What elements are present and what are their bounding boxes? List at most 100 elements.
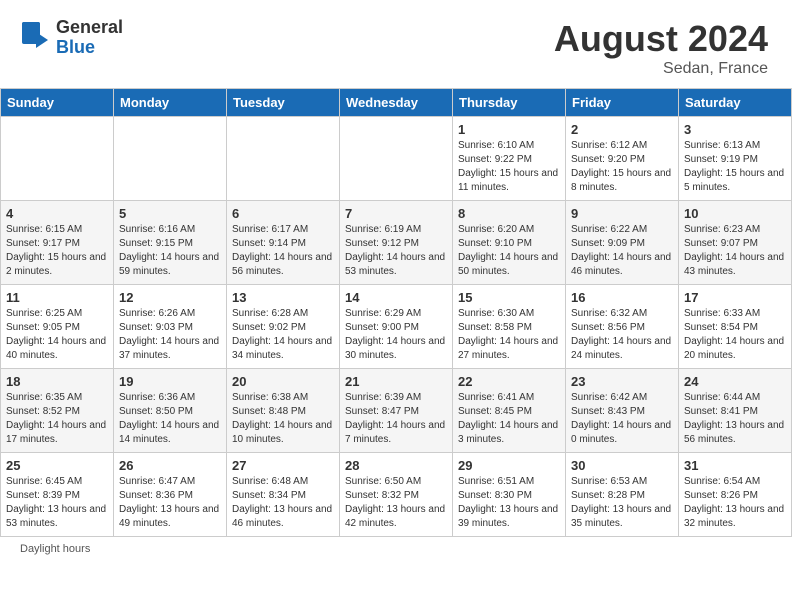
day-detail: Sunrise: 6:42 AM Sunset: 8:43 PM Dayligh… [571, 391, 673, 447]
day-detail: Sunrise: 6:53 AM Sunset: 8:28 PM Dayligh… [571, 475, 673, 531]
calendar-week-row: 4Sunrise: 6:15 AM Sunset: 9:17 PM Daylig… [1, 201, 792, 285]
day-number: 19 [119, 374, 221, 389]
day-detail: Sunrise: 6:47 AM Sunset: 8:36 PM Dayligh… [119, 475, 221, 531]
calendar-day-cell: 29Sunrise: 6:51 AM Sunset: 8:30 PM Dayli… [453, 453, 566, 537]
calendar-day-cell: 12Sunrise: 6:26 AM Sunset: 9:03 PM Dayli… [114, 285, 227, 369]
calendar-day-cell: 10 Sunrise: 6:23 AM Sunset: 9:07 PM Dayli… [679, 201, 792, 285]
day-detail: Sunrise: 6:30 AM Sunset: 8:58 PM Dayligh… [458, 307, 560, 363]
day-detail: Sunrise: 6:32 AM Sunset: 8:56 PM Dayligh… [571, 307, 673, 363]
calendar-week-row: 25Sunrise: 6:45 AM Sunset: 8:39 PM Dayli… [1, 453, 792, 537]
calendar-day-header: Tuesday [227, 89, 340, 117]
day-detail: Sunrise: 6:28 AM Sunset: 9:02 PM Dayligh… [232, 307, 334, 363]
calendar-day-cell: 14Sunrise: 6:29 AM Sunset: 9:00 PM Dayli… [340, 285, 453, 369]
calendar-day-cell: 30 Sunrise: 6:53 AM Sunset: 8:28 PM Dayli… [566, 453, 679, 537]
day-number: 28 [345, 458, 447, 473]
calendar-day-cell: 20Sunrise: 6:38 AM Sunset: 8:48 PM Dayli… [227, 369, 340, 453]
calendar-day-cell: 18Sunrise: 6:35 AM Sunset: 8:52 PM Dayli… [1, 369, 114, 453]
page-header: General Blue August 2024 Sedan, France [0, 0, 792, 88]
day-number: 27 [232, 458, 334, 473]
calendar-day-cell: 19 Sunrise: 6:36 AM Sunset: 8:50 PM Dayli… [114, 369, 227, 453]
day-detail: Sunrise: 6:22 AM Sunset: 9:09 PM Dayligh… [571, 223, 673, 279]
day-detail: Sunrise: 6:16 AM Sunset: 9:15 PM Dayligh… [119, 223, 221, 279]
calendar-day-cell [227, 117, 340, 201]
calendar-day-cell: 4Sunrise: 6:15 AM Sunset: 9:17 PM Daylig… [1, 201, 114, 285]
calendar-day-cell: 17 Sunrise: 6:33 AM Sunset: 8:54 PM Dayli… [679, 285, 792, 369]
day-detail: Sunrise: 6:25 AM Sunset: 9:05 PM Dayligh… [6, 307, 108, 363]
day-number: 6 [232, 206, 334, 221]
day-detail: Sunrise: 6:19 AM Sunset: 9:12 PM Dayligh… [345, 223, 447, 279]
calendar-day-cell: 8Sunrise: 6:20 AM Sunset: 9:10 PM Daylig… [453, 201, 566, 285]
calendar-day-cell: 3 Sunrise: 6:13 AM Sunset: 9:19 PM Daylig… [679, 117, 792, 201]
calendar-day-cell: 27 Sunrise: 6:48 AM Sunset: 8:34 PM Dayli… [227, 453, 340, 537]
day-detail: Sunrise: 6:54 AM Sunset: 8:26 PM Dayligh… [684, 475, 786, 531]
day-number: 9 [571, 206, 673, 221]
day-detail: Sunrise: 6:41 AM Sunset: 8:45 PM Dayligh… [458, 391, 560, 447]
day-number: 18 [6, 374, 108, 389]
day-number: 30 [571, 458, 673, 473]
day-number: 7 [345, 206, 447, 221]
calendar-day-cell: 6 Sunrise: 6:17 AM Sunset: 9:14 PM Daylig… [227, 201, 340, 285]
day-detail: Sunrise: 6:39 AM Sunset: 8:47 PM Dayligh… [345, 391, 447, 447]
day-detail: Sunrise: 6:13 AM Sunset: 9:19 PM Dayligh… [684, 139, 786, 195]
day-number: 26 [119, 458, 221, 473]
day-detail: Sunrise: 6:20 AM Sunset: 9:10 PM Dayligh… [458, 223, 560, 279]
calendar-day-cell: 16Sunrise: 6:32 AM Sunset: 8:56 PM Dayli… [566, 285, 679, 369]
day-number: 21 [345, 374, 447, 389]
calendar-day-header: Saturday [679, 89, 792, 117]
calendar-day-cell: 28 Sunrise: 6:50 AM Sunset: 8:32 PM Dayli… [340, 453, 453, 537]
calendar-week-row: 1 Sunrise: 6:10 AM Sunset: 9:22 PM Daylig… [1, 117, 792, 201]
calendar-day-cell: 23 Sunrise: 6:42 AM Sunset: 8:43 PM Dayli… [566, 369, 679, 453]
calendar-day-cell: 1 Sunrise: 6:10 AM Sunset: 9:22 PM Daylig… [453, 117, 566, 201]
calendar-week-row: 18Sunrise: 6:35 AM Sunset: 8:52 PM Dayli… [1, 369, 792, 453]
day-number: 15 [458, 290, 560, 305]
daylight-note: Daylight hours [20, 543, 90, 555]
day-number: 31 [684, 458, 786, 473]
day-number: 2 [571, 122, 673, 137]
calendar-day-header: Friday [566, 89, 679, 117]
day-detail: Sunrise: 6:29 AM Sunset: 9:00 PM Dayligh… [345, 307, 447, 363]
day-detail: Sunrise: 6:10 AM Sunset: 9:22 PM Dayligh… [458, 139, 560, 195]
day-number: 10 [684, 206, 786, 221]
logo-icon [20, 20, 52, 56]
location-subtitle: Sedan, France [554, 60, 768, 78]
calendar-day-cell: 22Sunrise: 6:41 AM Sunset: 8:45 PM Dayli… [453, 369, 566, 453]
calendar-day-cell: 15 Sunrise: 6:30 AM Sunset: 8:58 PM Dayli… [453, 285, 566, 369]
logo: General Blue [20, 18, 123, 58]
calendar-day-cell: 21 Sunrise: 6:39 AM Sunset: 8:47 PM Dayli… [340, 369, 453, 453]
calendar-day-header: Monday [114, 89, 227, 117]
day-detail: Sunrise: 6:26 AM Sunset: 9:03 PM Dayligh… [119, 307, 221, 363]
day-detail: Sunrise: 6:17 AM Sunset: 9:14 PM Dayligh… [232, 223, 334, 279]
calendar-day-cell: 13 Sunrise: 6:28 AM Sunset: 9:02 PM Dayli… [227, 285, 340, 369]
day-detail: Sunrise: 6:48 AM Sunset: 8:34 PM Dayligh… [232, 475, 334, 531]
calendar-day-cell: 11Sunrise: 6:25 AM Sunset: 9:05 PM Dayli… [1, 285, 114, 369]
day-number: 17 [684, 290, 786, 305]
day-detail: Sunrise: 6:15 AM Sunset: 9:17 PM Dayligh… [6, 223, 108, 279]
day-detail: Sunrise: 6:50 AM Sunset: 8:32 PM Dayligh… [345, 475, 447, 531]
day-number: 24 [684, 374, 786, 389]
day-detail: Sunrise: 6:36 AM Sunset: 8:50 PM Dayligh… [119, 391, 221, 447]
calendar-day-cell [1, 117, 114, 201]
calendar-day-header: Thursday [453, 89, 566, 117]
calendar-day-header: Wednesday [340, 89, 453, 117]
calendar-header-row: SundayMondayTuesdayWednesdayThursdayFrid… [1, 89, 792, 117]
calendar-day-cell [340, 117, 453, 201]
footer-note: Daylight hours [0, 537, 792, 561]
day-detail: Sunrise: 6:33 AM Sunset: 8:54 PM Dayligh… [684, 307, 786, 363]
calendar-day-cell: 5Sunrise: 6:16 AM Sunset: 9:15 PM Daylig… [114, 201, 227, 285]
day-number: 23 [571, 374, 673, 389]
day-detail: Sunrise: 6:44 AM Sunset: 8:41 PM Dayligh… [684, 391, 786, 447]
day-detail: Sunrise: 6:45 AM Sunset: 8:39 PM Dayligh… [6, 475, 108, 531]
calendar-day-cell: 25Sunrise: 6:45 AM Sunset: 8:39 PM Dayli… [1, 453, 114, 537]
calendar-day-cell: 2Sunrise: 6:12 AM Sunset: 9:20 PM Daylig… [566, 117, 679, 201]
day-number: 20 [232, 374, 334, 389]
day-number: 1 [458, 122, 560, 137]
day-number: 13 [232, 290, 334, 305]
calendar-day-cell: 24 Sunrise: 6:44 AM Sunset: 8:41 PM Dayli… [679, 369, 792, 453]
day-number: 3 [684, 122, 786, 137]
logo-text: General Blue [56, 18, 123, 58]
calendar-day-cell: 7 Sunrise: 6:19 AM Sunset: 9:12 PM Daylig… [340, 201, 453, 285]
day-detail: Sunrise: 6:23 AM Sunset: 9:07 PM Dayligh… [684, 223, 786, 279]
day-detail: Sunrise: 6:51 AM Sunset: 8:30 PM Dayligh… [458, 475, 560, 531]
month-year-title: August 2024 [554, 18, 768, 60]
logo-blue-text: Blue [56, 38, 123, 58]
